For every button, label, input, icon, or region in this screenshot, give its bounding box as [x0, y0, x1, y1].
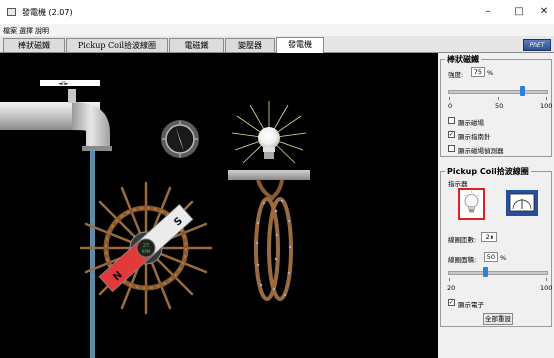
show-field-checkbox[interactable] — [448, 117, 455, 124]
show-field-meter-checkbox[interactable] — [448, 145, 455, 152]
loop-area-slider-track[interactable] — [448, 271, 548, 275]
loop-area-input[interactable]: 50 — [484, 252, 498, 262]
simulation-canvas: ◄II► N S 27 RPM — [0, 53, 438, 358]
faucet-control-label: ◄II► — [58, 81, 69, 87]
strength-tick — [449, 97, 450, 100]
strength-label: 強度: — [448, 71, 464, 79]
menu-bar: 檔案 選擇 說明 — [0, 24, 554, 36]
strength-unit: % — [487, 69, 494, 77]
strength-tick-label-min: 0 — [448, 102, 453, 110]
app-icon — [7, 8, 16, 16]
show-field-meter-label: 顯示磁場偵測器 — [458, 147, 504, 155]
strength-tick — [546, 97, 547, 100]
indicator-label: 指示器 — [448, 180, 468, 188]
menu-options[interactable]: 選擇 — [19, 26, 33, 36]
close-button[interactable]: ✕ — [533, 4, 554, 20]
loop-area-tick-label-max: 100 — [540, 284, 553, 292]
show-compass-label: 顯示指南針 — [458, 133, 491, 141]
loops-spinner[interactable]: 2⬍ — [481, 232, 497, 242]
indicator-voltmeter-option[interactable] — [506, 190, 538, 216]
strength-tick-label-max: 100 — [540, 102, 553, 110]
pickup-coil-group-title: Pickup Coil拾波線圈 — [445, 166, 531, 177]
bar-magnet-group-title: 棒狀磁鐵 — [445, 54, 481, 65]
minimize-button[interactable]: – — [477, 4, 499, 20]
compass[interactable] — [161, 120, 199, 158]
menu-file[interactable]: 檔案 — [3, 26, 17, 36]
spinner-arrows-icon[interactable]: ⬍ — [490, 235, 494, 241]
generator-scene: ◄II► N S 27 RPM — [0, 80, 310, 358]
window-title: 發電機 (2.07) — [22, 8, 73, 17]
show-electrons-label: 顯示電子 — [458, 301, 484, 309]
strength-tick — [498, 97, 499, 100]
strength-tick-label-mid: 50 — [495, 102, 504, 110]
bulb-icon — [463, 191, 480, 213]
tab-transformer[interactable]: 變壓器 — [225, 38, 275, 52]
menu-help[interactable]: 說明 — [35, 26, 49, 36]
reset-all-button[interactable]: 全部重設 — [483, 313, 513, 325]
bulb-base-plate — [228, 170, 310, 180]
voltmeter-icon — [509, 193, 535, 212]
phet-logo: PhET — [523, 39, 551, 51]
loop-area-tick-label-min: 20 — [447, 284, 456, 292]
show-compass-checkbox[interactable]: ✓ — [448, 131, 455, 138]
tab-electromagnet[interactable]: 電磁鐵 — [169, 38, 224, 52]
control-panel: 棒狀磁鐵 強度: 75 % 0 50 100 顯示磁場 ✓ 顯示指南針 顯示磁場… — [438, 53, 554, 358]
show-electrons-checkbox[interactable]: ✓ — [448, 299, 455, 306]
loop-area-label: 線圈面積: — [448, 256, 477, 264]
tab-bar-magnet[interactable]: 棒狀磁鐵 — [3, 38, 65, 52]
rpm-unit: RPM — [142, 249, 151, 254]
strength-input[interactable]: 75 — [471, 67, 485, 77]
loop-area-slider-thumb[interactable] — [482, 267, 488, 277]
maximize-button[interactable]: □ — [508, 4, 530, 20]
water-stream — [90, 150, 95, 358]
pickup-coil — [254, 179, 293, 301]
loop-area-tick — [546, 278, 547, 281]
tab-generator[interactable]: 發電機 — [276, 37, 324, 53]
light-bulb — [228, 101, 310, 180]
loops-label: 線圈匝數: — [448, 236, 477, 244]
indicator-bulb-option[interactable] — [458, 188, 485, 220]
show-field-label: 顯示磁場 — [458, 119, 484, 127]
strength-slider-track[interactable] — [448, 90, 548, 94]
rpm-gauge: 27 RPM — [136, 238, 156, 258]
bar-magnet-group: 棒狀磁鐵 強度: 75 % 0 50 100 顯示磁場 ✓ 顯示指南針 顯示磁場… — [440, 54, 553, 157]
strength-slider-thumb[interactable] — [519, 86, 525, 96]
water-faucet: ◄II► — [0, 80, 112, 358]
pickup-coil-group: Pickup Coil拾波線圈 指示器 線圈匝數: 2⬍ 線圈面積: 50 % … — [440, 166, 553, 327]
faucet-control-slider[interactable] — [40, 80, 100, 86]
loop-area-unit: % — [500, 254, 507, 262]
loop-area-tick — [449, 278, 450, 281]
title-bar: 發電機 (2.07) – □ ✕ — [0, 0, 554, 24]
tab-pickup-coil[interactable]: Pickup Coil拾波線圈 — [66, 38, 168, 52]
tab-bar: 棒狀磁鐵 Pickup Coil拾波線圈 電磁鐵 變壓器 發電機 — [0, 36, 554, 53]
